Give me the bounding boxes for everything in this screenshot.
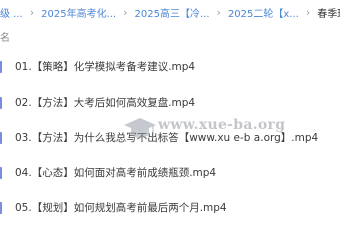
file-name[interactable]: 05.【规划】如何规划高考前最后两个月.mp4 <box>15 200 227 215</box>
file-row[interactable]: 05.【规划】如何规划高考前最后两个月.mp4 <box>0 190 340 225</box>
chevron-right-icon: › <box>29 5 35 19</box>
file-list: 01.【策略】化学模拟考备考建议.mp4 02.【方法】大考后如何高效复盘.mp… <box>0 48 340 225</box>
file-row[interactable]: 01.【策略】化学模拟考备考建议.mp4 <box>0 48 340 85</box>
column-header-name[interactable]: 名 <box>0 26 10 46</box>
breadcrumb-current: 春季班 <box>317 8 340 20</box>
video-file-icon <box>0 96 2 109</box>
file-name[interactable]: 04.【心态】如何面对高考前成绩瓶颈.mp4 <box>15 165 216 180</box>
file-name[interactable]: 02.【方法】大考后如何高效复盘.mp4 <box>15 95 195 110</box>
video-file-icon <box>0 131 2 144</box>
video-file-icon <box>0 166 2 179</box>
file-row[interactable]: 04.【心态】如何面对高考前成绩瓶颈.mp4 <box>0 155 340 190</box>
video-file-icon <box>0 60 2 73</box>
breadcrumb-item-chemistry[interactable]: 2025年高考化... <box>41 5 116 20</box>
file-name[interactable]: 03.【方法】为什么我总写不出标答【www.xu e-b a.org】.mp4 <box>15 130 318 145</box>
file-row[interactable]: 03.【方法】为什么我总写不出标答【www.xu e-b a.org】.mp4 <box>0 120 340 155</box>
file-name[interactable]: 01.【策略】化学模拟考备考建议.mp4 <box>15 59 195 74</box>
chevron-right-icon: › <box>123 5 128 19</box>
chevron-right-icon: › <box>216 5 221 19</box>
breadcrumb-item-root[interactable]: 级 ... <box>0 5 23 20</box>
breadcrumb: 级 ... › 2025年高考化... › 2025高三【冷... › 2025… <box>0 0 340 24</box>
video-file-icon <box>0 201 2 214</box>
breadcrumb-item-second-round[interactable]: 2025二轮【x... <box>228 5 299 20</box>
file-row[interactable]: 02.【方法】大考后如何高效复盘.mp4 <box>0 85 340 120</box>
breadcrumb-item-senior3[interactable]: 2025高三【冷... <box>135 5 210 20</box>
chevron-right-icon: › <box>305 5 311 19</box>
